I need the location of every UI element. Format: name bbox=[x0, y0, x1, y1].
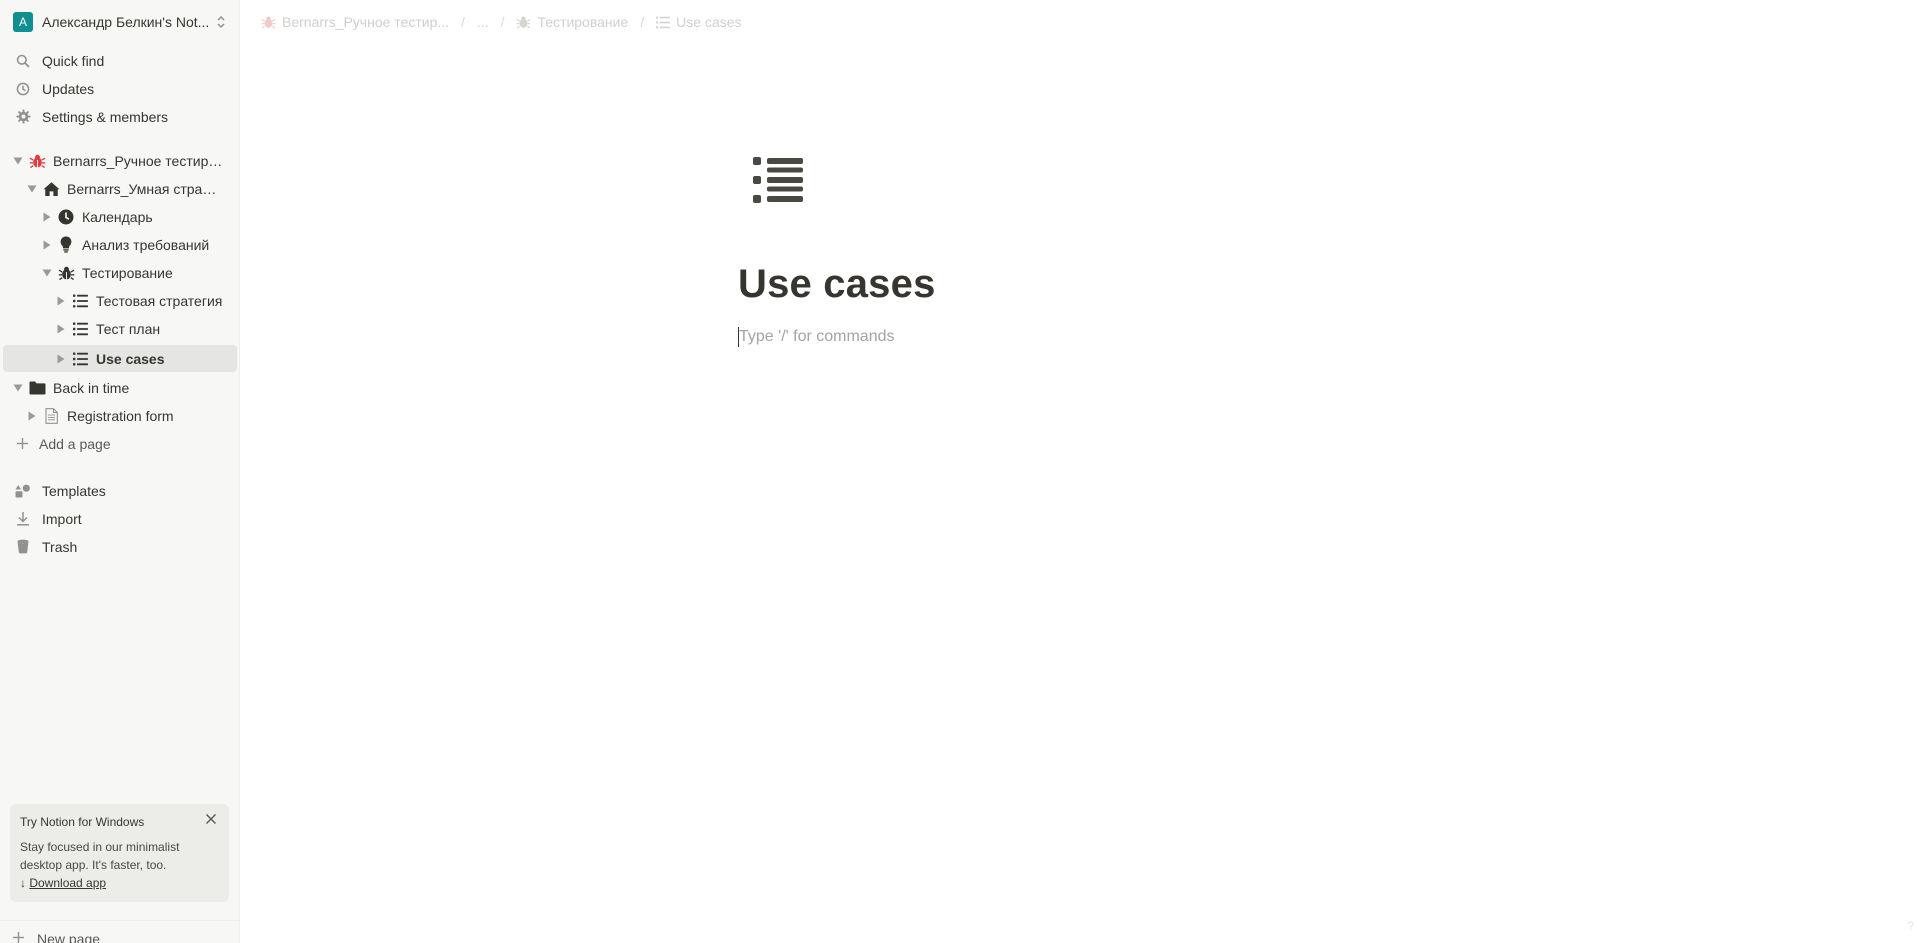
breadcrumb-item-root[interactable]: Bernarrs_Ручное тестир... bbox=[261, 14, 449, 30]
bug-icon bbox=[57, 264, 75, 282]
sidebar-item-label: Use cases bbox=[96, 350, 165, 367]
download-icon bbox=[14, 510, 32, 528]
sidebar-item-label: Back in time bbox=[53, 379, 130, 396]
new-page-label: New page bbox=[37, 930, 101, 943]
caret-down-icon[interactable] bbox=[26, 183, 38, 195]
clock-icon bbox=[57, 208, 75, 226]
add-page-label: Add a page bbox=[39, 435, 111, 452]
settings-label: Settings & members bbox=[42, 108, 169, 125]
clock-icon bbox=[14, 80, 32, 98]
workspace-name: Александр Белкин's Not... bbox=[42, 14, 210, 30]
breadcrumb-label: Тестирование bbox=[537, 14, 629, 30]
folder-icon bbox=[28, 379, 46, 397]
editor-block[interactable]: Type '/' for commands bbox=[738, 326, 895, 348]
trash-icon bbox=[14, 538, 32, 556]
quick-find-label: Quick find bbox=[42, 52, 105, 69]
updates-item[interactable]: Updates bbox=[3, 75, 237, 102]
close-icon[interactable] bbox=[205, 812, 219, 826]
sidebar-item-label: Тестовая стратегия bbox=[96, 292, 223, 309]
breadcrumb-ellipsis[interactable]: ... bbox=[477, 14, 489, 30]
breadcrumb-item-use-cases[interactable]: Use cases bbox=[656, 14, 742, 30]
add-page-button[interactable]: Add a page bbox=[3, 430, 237, 457]
shapes-icon bbox=[14, 482, 32, 500]
templates-label: Templates bbox=[42, 482, 106, 499]
sidebar-item-smart-insurance[interactable]: Bernarrs_Умная страхо... bbox=[3, 175, 237, 202]
breadcrumb-separator: / bbox=[640, 14, 645, 30]
bug-icon bbox=[516, 15, 531, 29]
gear-icon bbox=[14, 108, 32, 126]
sidebar-item-use-cases[interactable]: Use cases bbox=[3, 345, 237, 372]
breadcrumb-separator: / bbox=[500, 14, 505, 30]
promo-text: Stay focused in our minimalist desktop a… bbox=[20, 840, 180, 872]
sidebar-item-registration-form[interactable]: Registration form bbox=[3, 402, 237, 429]
sidebar-item-label: Календарь bbox=[82, 208, 153, 225]
sidebar-item-back-in-time[interactable]: Back in time bbox=[3, 374, 237, 401]
caret-right-icon[interactable] bbox=[26, 410, 38, 422]
caret-down-icon[interactable] bbox=[12, 155, 24, 167]
caret-right-icon[interactable] bbox=[41, 211, 53, 223]
caret-right-icon[interactable] bbox=[55, 295, 67, 307]
bulleted-list-icon bbox=[71, 292, 89, 310]
sidebar: A Александр Белкин's Not... Quick find U… bbox=[0, 0, 240, 943]
bulleted-list-icon[interactable] bbox=[750, 152, 806, 208]
page-title[interactable]: Use cases bbox=[738, 262, 936, 307]
settings-item[interactable]: Settings & members bbox=[3, 103, 237, 130]
editor-placeholder: Type '/' for commands bbox=[739, 328, 895, 345]
sidebar-item-testing[interactable]: Тестирование bbox=[3, 259, 237, 286]
chevron-up-down-icon bbox=[216, 15, 226, 30]
breadcrumb-label: Use cases bbox=[676, 14, 742, 30]
bulleted-list-icon bbox=[71, 350, 89, 368]
sidebar-item-calendar[interactable]: Календарь bbox=[3, 203, 237, 230]
new-page-button[interactable]: New page bbox=[0, 920, 240, 943]
promo-title: Try Notion for Windows bbox=[20, 815, 145, 829]
sidebar-item-test-plan[interactable]: Тест план bbox=[3, 315, 237, 342]
bulleted-list-icon bbox=[656, 15, 671, 29]
plus-icon bbox=[13, 435, 31, 453]
sidebar-item-root[interactable]: Bernarrs_Ручное тестиро... bbox=[3, 147, 237, 174]
bug-icon bbox=[261, 15, 276, 29]
sidebar-item-analysis[interactable]: Анализ требований bbox=[3, 231, 237, 258]
sidebar-item-label: Registration form bbox=[67, 407, 174, 424]
breadcrumb-label: Bernarrs_Ручное тестир... bbox=[282, 14, 450, 30]
import-item[interactable]: Import bbox=[3, 505, 237, 532]
breadcrumb-item-testing[interactable]: Тестирование bbox=[516, 14, 628, 30]
sidebar-item-label: Анализ требований bbox=[82, 236, 210, 253]
caret-down-icon[interactable] bbox=[12, 382, 24, 394]
desktop-app-promo: Try Notion for Windows Stay focused in o… bbox=[10, 804, 229, 902]
arrow-down-icon: ↓ bbox=[20, 876, 26, 890]
updates-label: Updates bbox=[42, 80, 95, 97]
sidebar-item-label: Тестирование bbox=[82, 264, 173, 281]
workspace-switcher[interactable]: A Александр Белкин's Not... bbox=[8, 9, 232, 35]
sidebar-item-label: Тест план bbox=[96, 320, 161, 337]
workspace-avatar: A bbox=[13, 12, 33, 32]
caret-right-icon[interactable] bbox=[55, 353, 67, 365]
caret-right-icon[interactable] bbox=[55, 323, 67, 335]
templates-item[interactable]: Templates bbox=[3, 477, 237, 504]
bug-icon bbox=[28, 152, 46, 170]
sidebar-item-label: Bernarrs_Ручное тестиро... bbox=[53, 152, 223, 169]
caret-down-icon[interactable] bbox=[41, 267, 53, 279]
lightbulb-icon bbox=[57, 236, 75, 254]
download-app-link[interactable]: ↓ Download app bbox=[20, 874, 219, 892]
trash-item[interactable]: Trash bbox=[3, 533, 237, 560]
page-icon bbox=[42, 407, 60, 425]
import-label: Import bbox=[42, 510, 82, 527]
help-button[interactable]: ? bbox=[1907, 919, 1914, 933]
topbar: Bernarrs_Ручное тестир... / ... / Тестир… bbox=[241, 0, 1918, 44]
bulleted-list-icon bbox=[71, 320, 89, 338]
search-icon bbox=[14, 52, 32, 70]
home-icon bbox=[42, 180, 60, 198]
breadcrumb: Bernarrs_Ручное тестир... / ... / Тестир… bbox=[261, 14, 742, 30]
breadcrumb-separator: / bbox=[461, 14, 465, 30]
sidebar-item-label: Bernarrs_Умная страхо... bbox=[67, 180, 223, 197]
sidebar-item-test-strategy[interactable]: Тестовая стратегия bbox=[3, 287, 237, 314]
trash-label: Trash bbox=[42, 538, 78, 555]
caret-right-icon[interactable] bbox=[41, 239, 53, 251]
plus-icon bbox=[12, 931, 25, 943]
download-app-label: Download app bbox=[29, 876, 107, 890]
quick-find-item[interactable]: Quick find bbox=[3, 47, 237, 74]
